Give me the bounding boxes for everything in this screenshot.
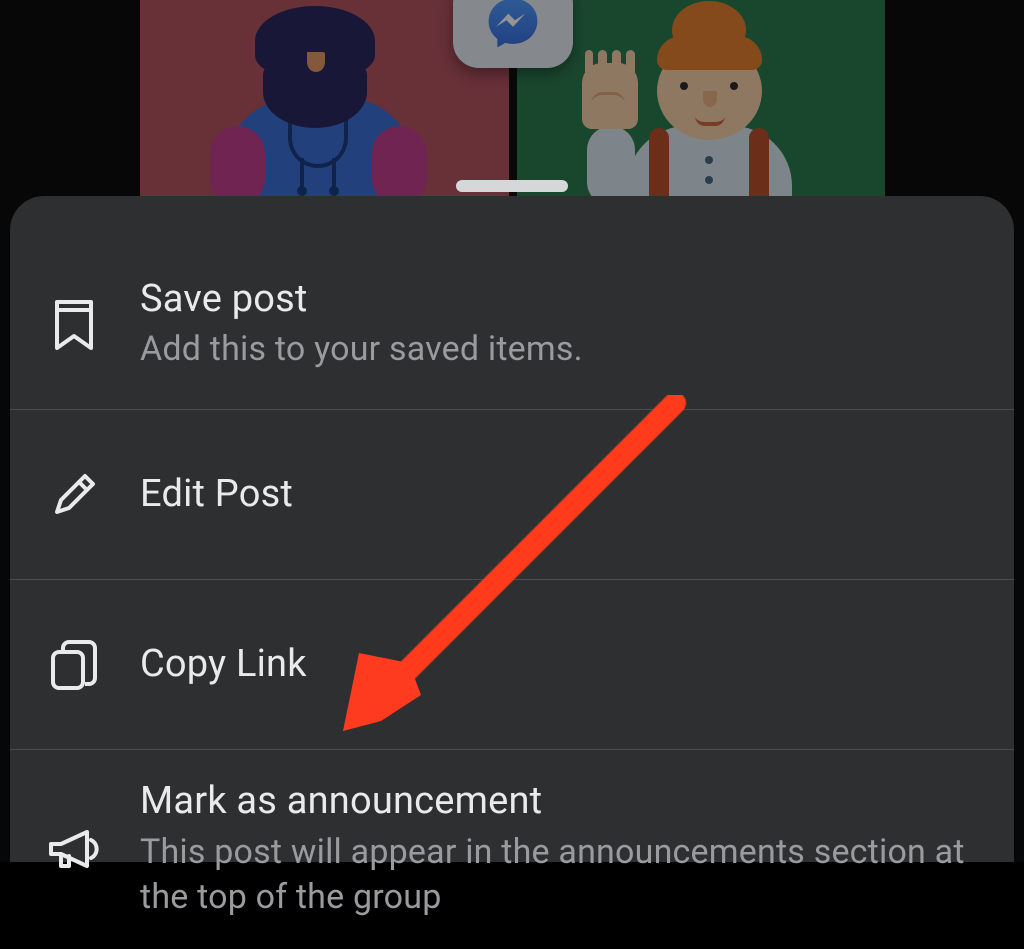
megaphone-icon xyxy=(44,826,104,874)
mark-announcement-subtitle: This post will appear in the announcemen… xyxy=(140,830,986,922)
pencil-icon xyxy=(44,470,104,520)
edit-post-title: Edit Post xyxy=(140,471,293,519)
save-post-item[interactable]: Save post Add this to your saved items. xyxy=(10,240,1014,410)
action-sheet: Save post Add this to your saved items. … xyxy=(10,196,1014,862)
menu-list: Save post Add this to your saved items. … xyxy=(10,196,1014,949)
bookmark-icon xyxy=(44,298,104,352)
save-post-title: Save post xyxy=(140,276,583,324)
banner-dim-overlay xyxy=(140,0,885,196)
sheet-grabber[interactable] xyxy=(456,180,568,192)
copy-icon xyxy=(44,638,104,692)
copy-link-title: Copy Link xyxy=(140,641,307,689)
app-backdrop: Save post Add this to your saved items. … xyxy=(0,0,1024,862)
save-post-subtitle: Add this to your saved items. xyxy=(140,327,583,373)
copy-link-item[interactable]: Copy Link xyxy=(10,580,1014,750)
mark-announcement-item[interactable]: Mark as announcement This post will appe… xyxy=(10,750,1014,949)
edit-post-item[interactable]: Edit Post xyxy=(10,410,1014,580)
mark-announcement-title: Mark as announcement xyxy=(140,778,986,826)
